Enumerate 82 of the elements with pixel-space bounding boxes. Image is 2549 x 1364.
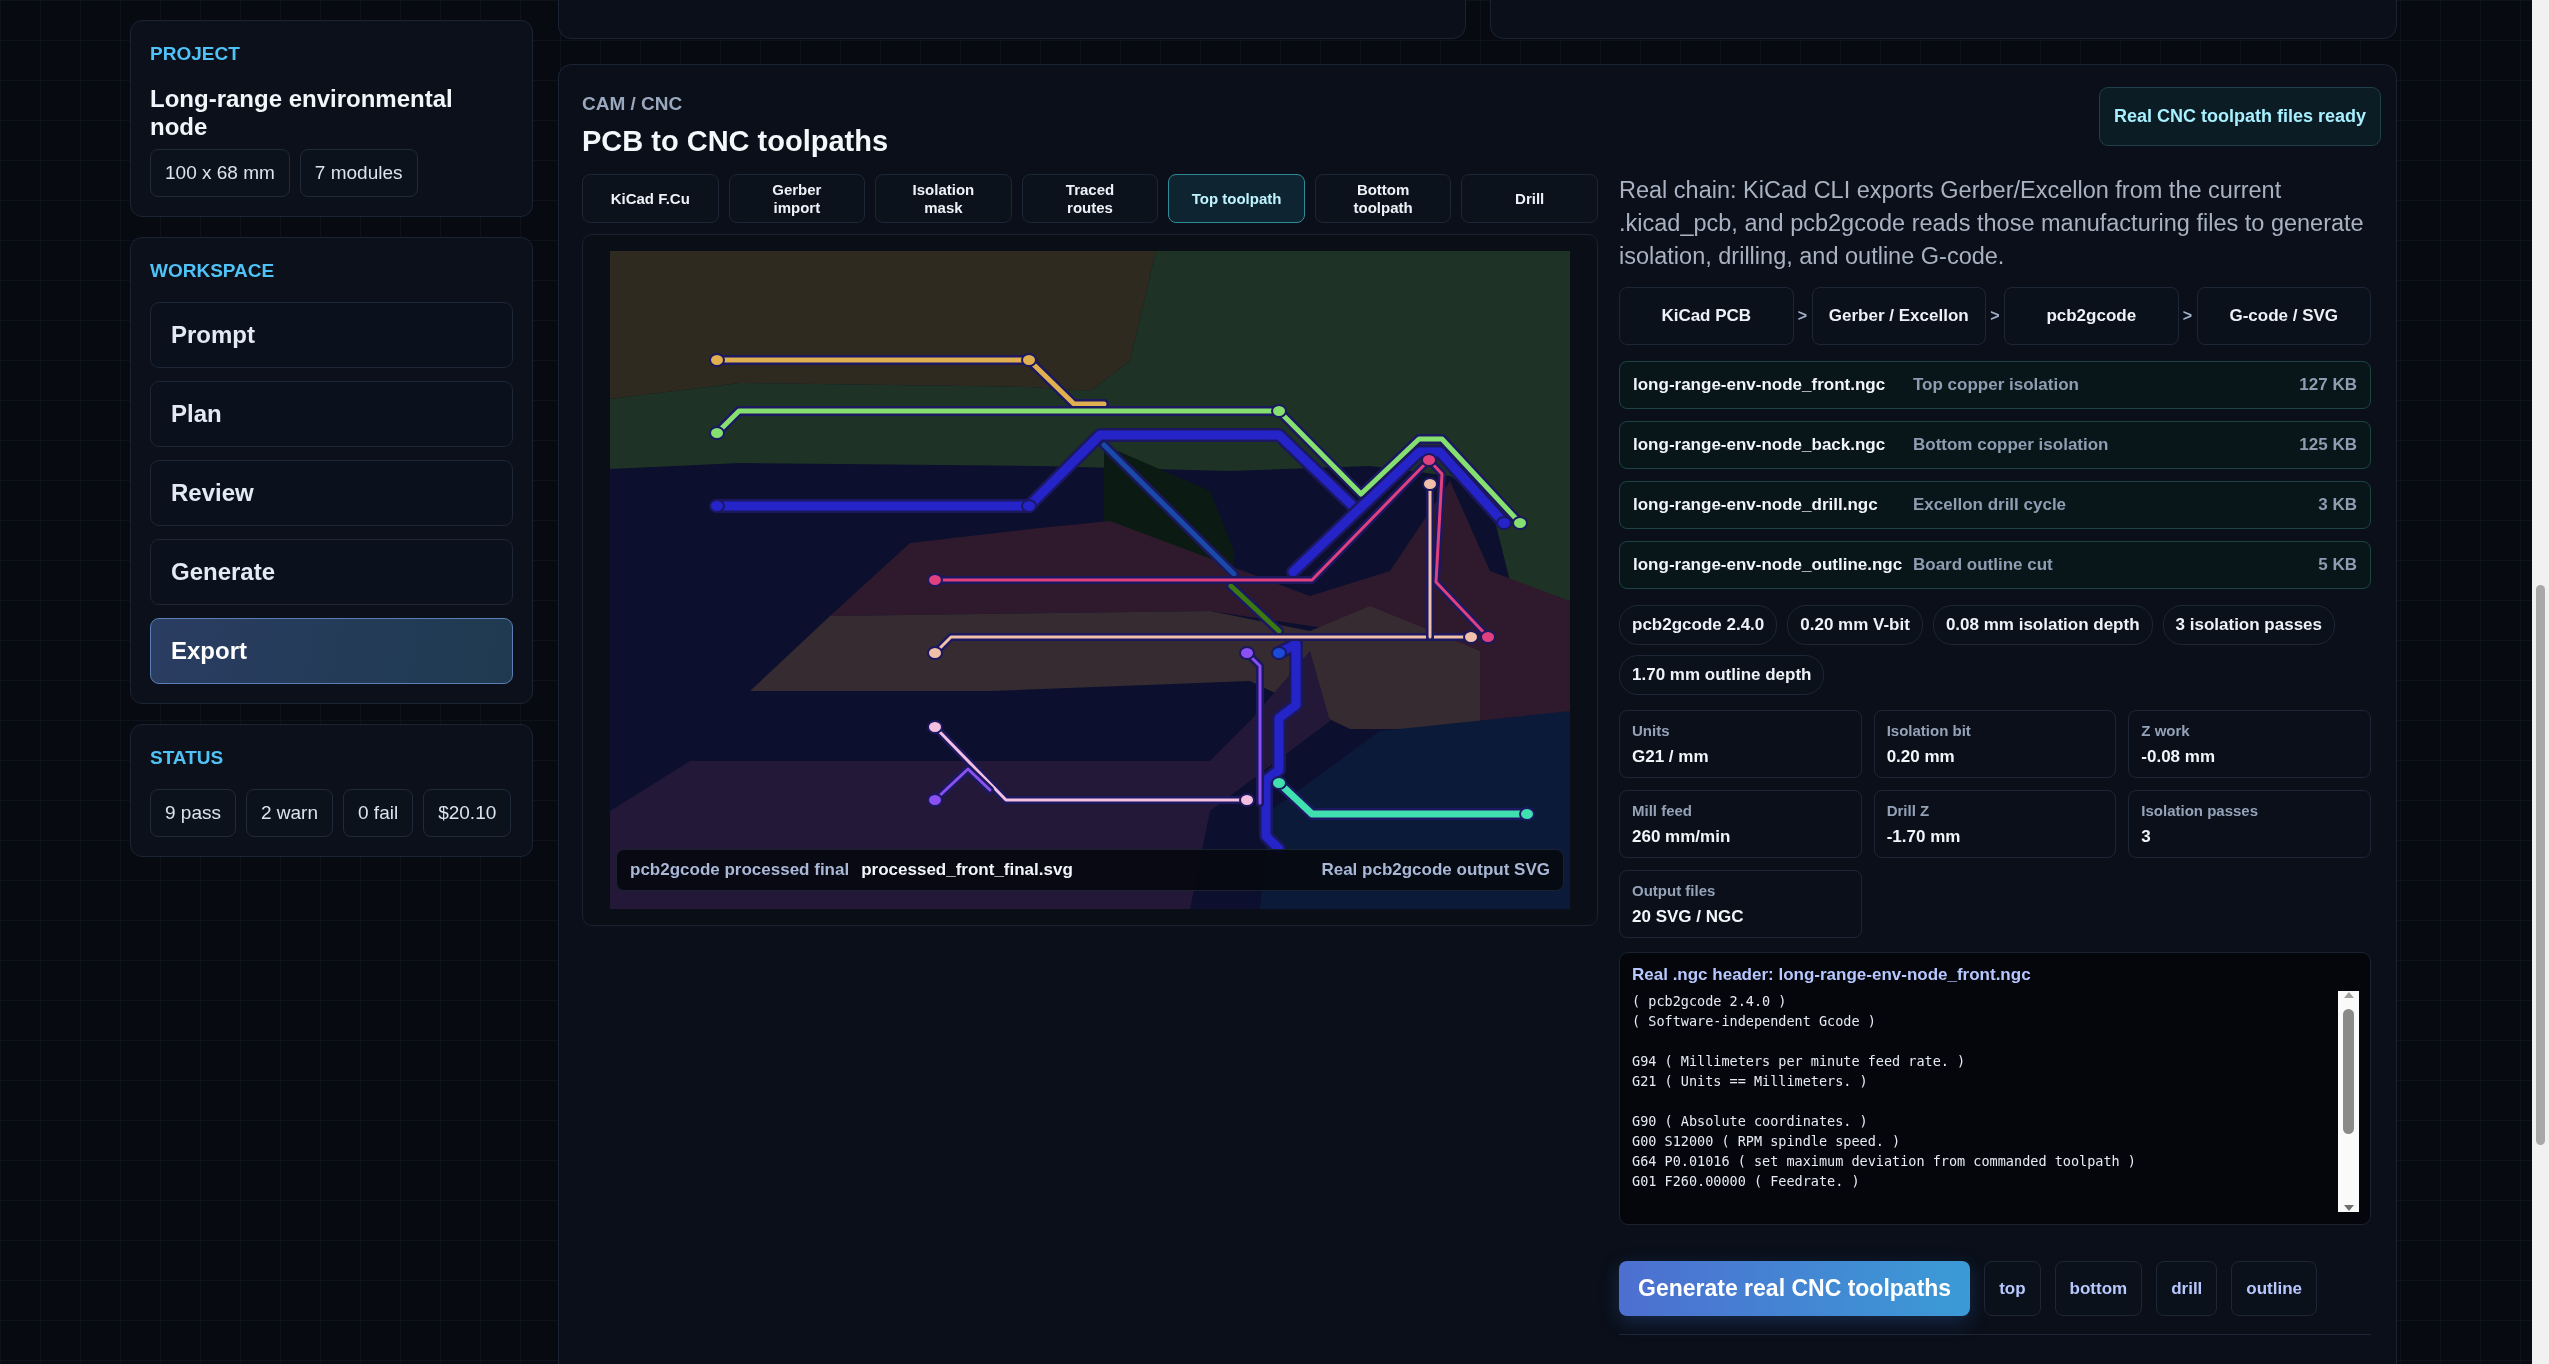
view-tab[interactable]: Isolation mask — [875, 174, 1012, 223]
parameter-chip: 0.08 mm isolation depth — [1932, 605, 2153, 645]
file-description: Board outline cut — [1913, 555, 2053, 575]
chain-separator: > — [2182, 307, 2193, 325]
pipeline-step: pcb2gcode — [2004, 287, 2179, 345]
setting-value: 20 SVG / NGC — [1632, 907, 1745, 927]
file-description: Top copper isolation — [1913, 375, 2079, 395]
view-tab[interactable]: Drill — [1461, 174, 1598, 223]
pipeline-step: G-code / SVG — [2196, 287, 2371, 345]
caption-label: pcb2gcode processed final — [630, 860, 850, 880]
file-name: long-range-env-node_front.ngc — [1633, 375, 1887, 395]
output-filter-button[interactable]: top — [1984, 1261, 2041, 1316]
section-label: PROJECT — [150, 43, 241, 65]
file-name: long-range-env-node_drill.ngc — [1633, 495, 1879, 515]
setting-value: G21 / mm — [1632, 747, 1710, 767]
view-tab[interactable]: Traced routes — [1021, 174, 1159, 223]
scrollbar[interactable] — [2338, 991, 2359, 1212]
setting-label: Units — [1632, 722, 1671, 739]
output-file-row[interactable]: long-range-env-node_drill.ngc Excellon drill cycle 3 KB — [1619, 481, 2371, 529]
caption-note: Real pcb2gcode output SVG — [1321, 860, 1550, 880]
setting-label: Isolation passes — [2141, 802, 2260, 819]
output-file-row[interactable]: long-range-env-node_front.ngc Top copper isolation 127 KB — [1619, 361, 2371, 409]
setting-value: 0.20 mm — [1886, 747, 1956, 767]
status-chip: 9 pass — [150, 789, 236, 837]
file-description: Excellon drill cycle — [1913, 495, 2067, 515]
setting-value: 3 — [2141, 827, 2152, 847]
output-filter-button[interactable]: outline — [2231, 1261, 2318, 1316]
output-file-row[interactable]: long-range-env-node_back.ngc Bottom copper isolation 125 KB — [1619, 421, 2371, 469]
setting-value: 260 mm/min — [1632, 827, 1732, 847]
panel-title: PCB to CNC toolpaths — [582, 125, 889, 158]
section-label: WORKSPACE — [150, 260, 276, 282]
parameter-chip: 1.70 mm outline depth — [1619, 655, 1825, 695]
status-chip: 2 warn — [246, 789, 333, 837]
workspace-nav-item[interactable]: Export — [150, 618, 513, 684]
file-size: 125 KB — [2299, 435, 2357, 455]
setting-value: -1.70 mm — [1886, 827, 1962, 847]
section-eyebrow: CAM / CNC — [582, 93, 684, 115]
workspace-nav-item[interactable]: Prompt — [150, 302, 513, 368]
workspace-nav-item[interactable]: Plan — [150, 381, 513, 447]
code-title: Real .ngc header: long-range-env-node_front.ngc — [1632, 965, 2032, 985]
parameter-chip: pcb2gcode 2.4.0 — [1619, 605, 1778, 645]
project-tag: 100 x 68 mm — [150, 149, 290, 197]
section-label: STATUS — [150, 747, 225, 769]
output-file-row[interactable]: long-range-env-node_outline.ngc Board outline cut 5 KB — [1619, 541, 2371, 589]
status-badge: Real CNC toolpath files ready — [2098, 87, 2381, 146]
scroll-up-icon[interactable] — [2342, 991, 2355, 999]
workspace-nav-item[interactable]: Review — [150, 460, 513, 526]
parameter-chip: 0.20 mm V-bit — [1787, 605, 1923, 645]
chain-separator: > — [1990, 307, 2000, 325]
status-chip: 0 fail — [343, 789, 414, 837]
view-tab[interactable]: Gerber import — [728, 174, 866, 223]
file-name: long-range-env-node_back.ngc — [1633, 435, 1887, 455]
setting-label: Output files — [1632, 882, 1717, 899]
status-chip: $20.10 — [423, 789, 512, 837]
file-size: 5 KB — [2318, 555, 2357, 575]
file-size: 3 KB — [2318, 495, 2357, 515]
setting-label: Z work — [2141, 722, 2191, 739]
view-tab[interactable]: Top toolpath — [1168, 174, 1305, 223]
setting-label: Drill Z — [1886, 802, 1931, 819]
project-tag: 7 modules — [299, 149, 418, 197]
pipeline-step: KiCad PCB — [1619, 287, 1794, 345]
view-tab[interactable]: KiCad F.Cu — [582, 174, 719, 223]
setting-label: Mill feed — [1632, 802, 1693, 819]
generate-button[interactable]: Generate real CNC toolpaths — [1619, 1261, 1971, 1316]
file-name: long-range-env-node_outline.ngc — [1633, 555, 1904, 575]
output-filter-button[interactable]: bottom — [2054, 1261, 2143, 1316]
pipeline-step: Gerber / Excellon — [1811, 287, 1986, 345]
file-description: Bottom copper isolation — [1913, 435, 2109, 455]
output-filter-button[interactable]: drill — [2156, 1261, 2218, 1316]
file-size: 127 KB — [2299, 375, 2357, 395]
view-tab[interactable]: Bottom toolpath — [1314, 174, 1452, 223]
gcode-text: ( pcb2gcode 2.4.0 ) ( Software-independent Gcode ) G94 ( Millimeters per minute feed rate. ) G21 ( Units == Millimeters. ) G90 ( Absolute coordinates. ) G00 S12000 ( RPM spindle speed. ) G64 P0.01016 ( set maximum deviation from commanded toolpath ) G01 F260.00000 ( Feedrate. ) — [1632, 992, 2137, 1191]
workspace-nav-item[interactable]: Generate — [150, 539, 513, 605]
caption-filename: processed_front_final.svg — [861, 860, 1073, 880]
setting-label: Isolation bit — [1886, 722, 1972, 739]
scroll-down-icon[interactable] — [2342, 1204, 2355, 1212]
description-text: Real chain: KiCad CLI exports Gerber/Excellon from the current .kicad_pcb, and pcb2gcode reads those manufacturing files to generate isolation, drilling, and outline G-code. — [1619, 176, 2365, 271]
chain-separator: > — [1797, 307, 1808, 325]
page-scrollbar[interactable] — [2536, 585, 2545, 1145]
setting-value: -0.08 mm — [2141, 747, 2217, 767]
project-name: Long-range environmental node — [150, 85, 454, 141]
parameter-chip: 3 isolation passes — [2162, 605, 2335, 645]
